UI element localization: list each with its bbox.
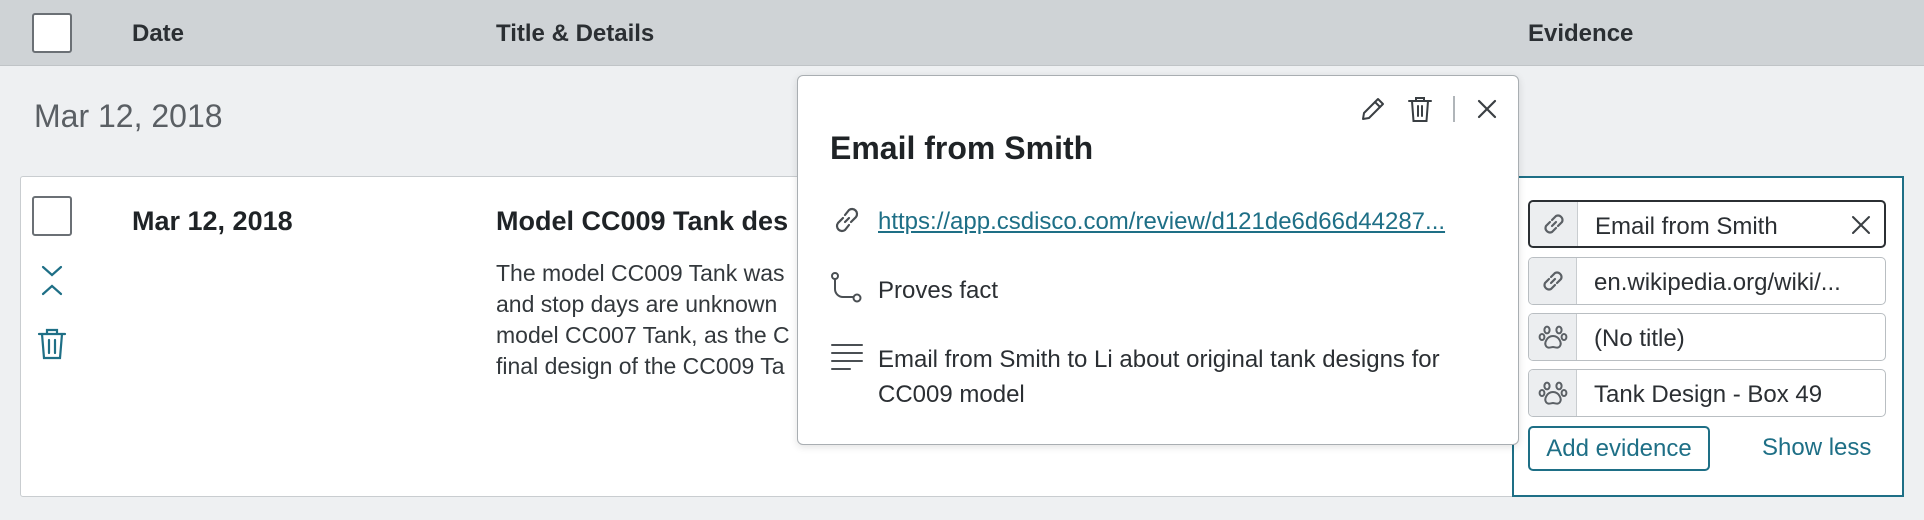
- close-icon[interactable]: [1472, 94, 1502, 124]
- row-description-line: and stop days are unknown: [496, 291, 778, 317]
- column-header-title[interactable]: Title & Details: [496, 20, 654, 48]
- link-icon: [835, 207, 859, 233]
- evidence-chip-label: (No title): [1594, 325, 1685, 352]
- row-description: The model CC009 Tank was and stop days a…: [496, 258, 816, 382]
- row-description-line: model CC007 Tank, as the C: [496, 322, 790, 348]
- close-icon[interactable]: [1850, 214, 1872, 236]
- trash-icon[interactable]: [1405, 94, 1435, 124]
- row-description-line: final design of the CC009 Ta: [496, 353, 785, 379]
- select-all-checkbox[interactable]: [32, 13, 72, 53]
- chevron-down-icon[interactable]: [40, 262, 64, 280]
- evidence-chip-label: Tank Design - Box 49: [1594, 381, 1823, 408]
- chevron-up-icon[interactable]: [40, 281, 64, 299]
- evidence-link[interactable]: https://app.csdisco.com/review/d121de6d6…: [878, 208, 1488, 236]
- evidence-chip[interactable]: en.wikipedia.org/wiki/...: [1528, 257, 1886, 305]
- action-divider: [1453, 96, 1455, 122]
- description-lines-icon: [831, 344, 863, 370]
- evidence-chip[interactable]: Tank Design - Box 49: [1528, 369, 1886, 417]
- evidence-chip-label: Email from Smith: [1595, 213, 1778, 240]
- row-title[interactable]: Model CC009 Tank des: [496, 206, 788, 237]
- row-checkbox[interactable]: [32, 196, 72, 236]
- relation-icon: [831, 272, 862, 303]
- paw-icon: [1538, 325, 1567, 349]
- description-line: CC009 model: [878, 381, 1025, 408]
- row-description-line: The model CC009 Tank was: [496, 260, 785, 286]
- group-date-heading: Mar 12, 2018: [34, 98, 223, 134]
- show-less-link[interactable]: Show less: [1762, 434, 1871, 462]
- paw-icon: [1538, 381, 1567, 405]
- evidence-chip-label: en.wikipedia.org/wiki/...: [1594, 269, 1841, 296]
- description-text: Email from Smith to Li about original ta…: [878, 342, 1440, 412]
- row-date: Mar 12, 2018: [132, 206, 293, 236]
- column-header-evidence[interactable]: Evidence: [1528, 20, 1633, 48]
- table-header: Date Title & Details Evidence: [0, 0, 1924, 66]
- link-icon: [1543, 214, 1564, 234]
- relation-text: Proves fact: [878, 277, 999, 304]
- popover-title: Email from Smith: [830, 130, 1094, 166]
- evidence-chip-icon-box: [1529, 370, 1577, 416]
- edit-pencil-icon[interactable]: [1358, 94, 1388, 124]
- delete-row-icon[interactable]: [36, 327, 68, 361]
- column-header-date[interactable]: Date: [132, 20, 184, 48]
- evidence-chip-icon-box: [1530, 202, 1578, 246]
- link-icon: [1542, 271, 1563, 291]
- add-evidence-button[interactable]: Add evidence: [1528, 426, 1710, 471]
- evidence-chip-icon-box: [1529, 314, 1577, 360]
- evidence-chip-icon-box: [1529, 258, 1577, 304]
- evidence-chip[interactable]: Email from Smith: [1528, 200, 1886, 248]
- description-line: Email from Smith to Li about original ta…: [878, 346, 1440, 373]
- evidence-detail-popover: Email from Smith https://app.csdisco.com…: [797, 75, 1519, 445]
- evidence-chip[interactable]: (No title): [1528, 313, 1886, 361]
